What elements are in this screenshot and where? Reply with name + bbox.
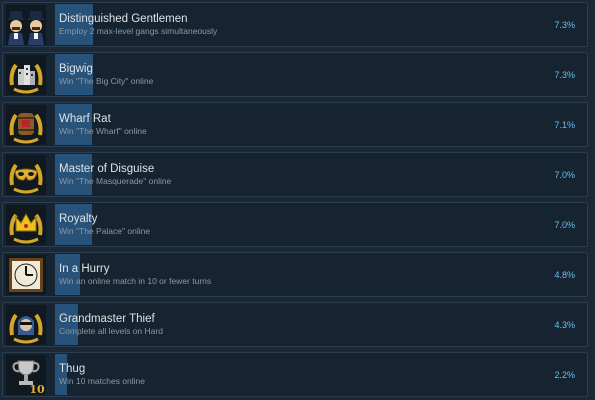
achievement-title: Master of Disguise <box>59 163 155 175</box>
unlock-percent: 4.3% <box>554 320 575 330</box>
achievement-title: Bigwig <box>59 63 93 75</box>
achievement-row[interactable]: Royalty Win "The Palace" online 7.0% <box>2 202 588 247</box>
achievement-row[interactable]: Bigwig Win "The Big City" online 7.3% <box>2 52 588 97</box>
barrel-emblem-icon <box>6 105 46 145</box>
achievement-description: Win 10 matches online <box>59 376 145 386</box>
clock-icon <box>6 255 46 295</box>
unlock-percent: 7.0% <box>554 170 575 180</box>
unlock-percent: 2.2% <box>554 370 575 380</box>
achievement-text: Bigwig Win "The Big City" online <box>59 62 507 87</box>
achievement-list: Distinguished Gentlemen Employ 2 max-lev… <box>0 0 595 400</box>
achievement-text: Thug Win 10 matches online <box>59 362 507 387</box>
achievement-description: Win "The Masquerade" online <box>59 176 172 186</box>
achievement-description: Employ 2 max-level gangs simultaneously <box>59 26 218 36</box>
achievement-text: Wharf Rat Win "The Wharf" online <box>59 112 507 137</box>
unlock-percent: 7.3% <box>554 20 575 30</box>
achievement-description: Complete all levels on Hard <box>59 326 163 336</box>
achievement-row[interactable]: Grandmaster Thief Complete all levels on… <box>2 302 588 347</box>
achievement-row[interactable]: Wharf Rat Win "The Wharf" online 7.1% <box>2 102 588 147</box>
mask-emblem-icon <box>6 155 46 195</box>
gentlemen-icon <box>6 5 46 45</box>
thief-emblem-icon <box>6 305 46 345</box>
achievement-text: In a Hurry Win an online match in 10 or … <box>59 262 507 287</box>
achievement-row[interactable]: Distinguished Gentlemen Employ 2 max-lev… <box>2 2 588 47</box>
achievement-title: Grandmaster Thief <box>59 313 155 325</box>
crown-emblem-icon <box>6 205 46 245</box>
achievement-row[interactable]: In a Hurry Win an online match in 10 or … <box>2 252 588 297</box>
achievement-text: Master of Disguise Win "The Masquerade" … <box>59 162 507 187</box>
unlock-percent: 7.0% <box>554 220 575 230</box>
achievement-title: Royalty <box>59 213 98 225</box>
achievement-title: Distinguished Gentlemen <box>59 13 188 25</box>
achievement-description: Win "The Wharf" online <box>59 126 147 136</box>
achievement-title: In a Hurry <box>59 263 110 275</box>
unlock-percent: 7.1% <box>554 120 575 130</box>
achievement-description: Win an online match in 10 or fewer turns <box>59 276 212 286</box>
unlock-percent: 4.8% <box>554 270 575 280</box>
achievement-row[interactable]: 10 Thug Win 10 matches online 2.2% <box>2 352 588 397</box>
trophy-10-icon: 10 <box>6 355 46 395</box>
achievement-text: Distinguished Gentlemen Employ 2 max-lev… <box>59 12 507 37</box>
achievement-title: Wharf Rat <box>59 113 111 125</box>
achievement-row[interactable]: Master of Disguise Win "The Masquerade" … <box>2 152 588 197</box>
achievement-text: Grandmaster Thief Complete all levels on… <box>59 312 507 337</box>
city-emblem-icon <box>6 55 46 95</box>
achievement-description: Win "The Big City" online <box>59 76 154 86</box>
achievement-text: Royalty Win "The Palace" online <box>59 212 507 237</box>
achievement-title: Thug <box>59 363 86 375</box>
unlock-percent: 7.3% <box>554 70 575 80</box>
achievement-description: Win "The Palace" online <box>59 226 151 236</box>
svg-text:10: 10 <box>29 383 45 395</box>
